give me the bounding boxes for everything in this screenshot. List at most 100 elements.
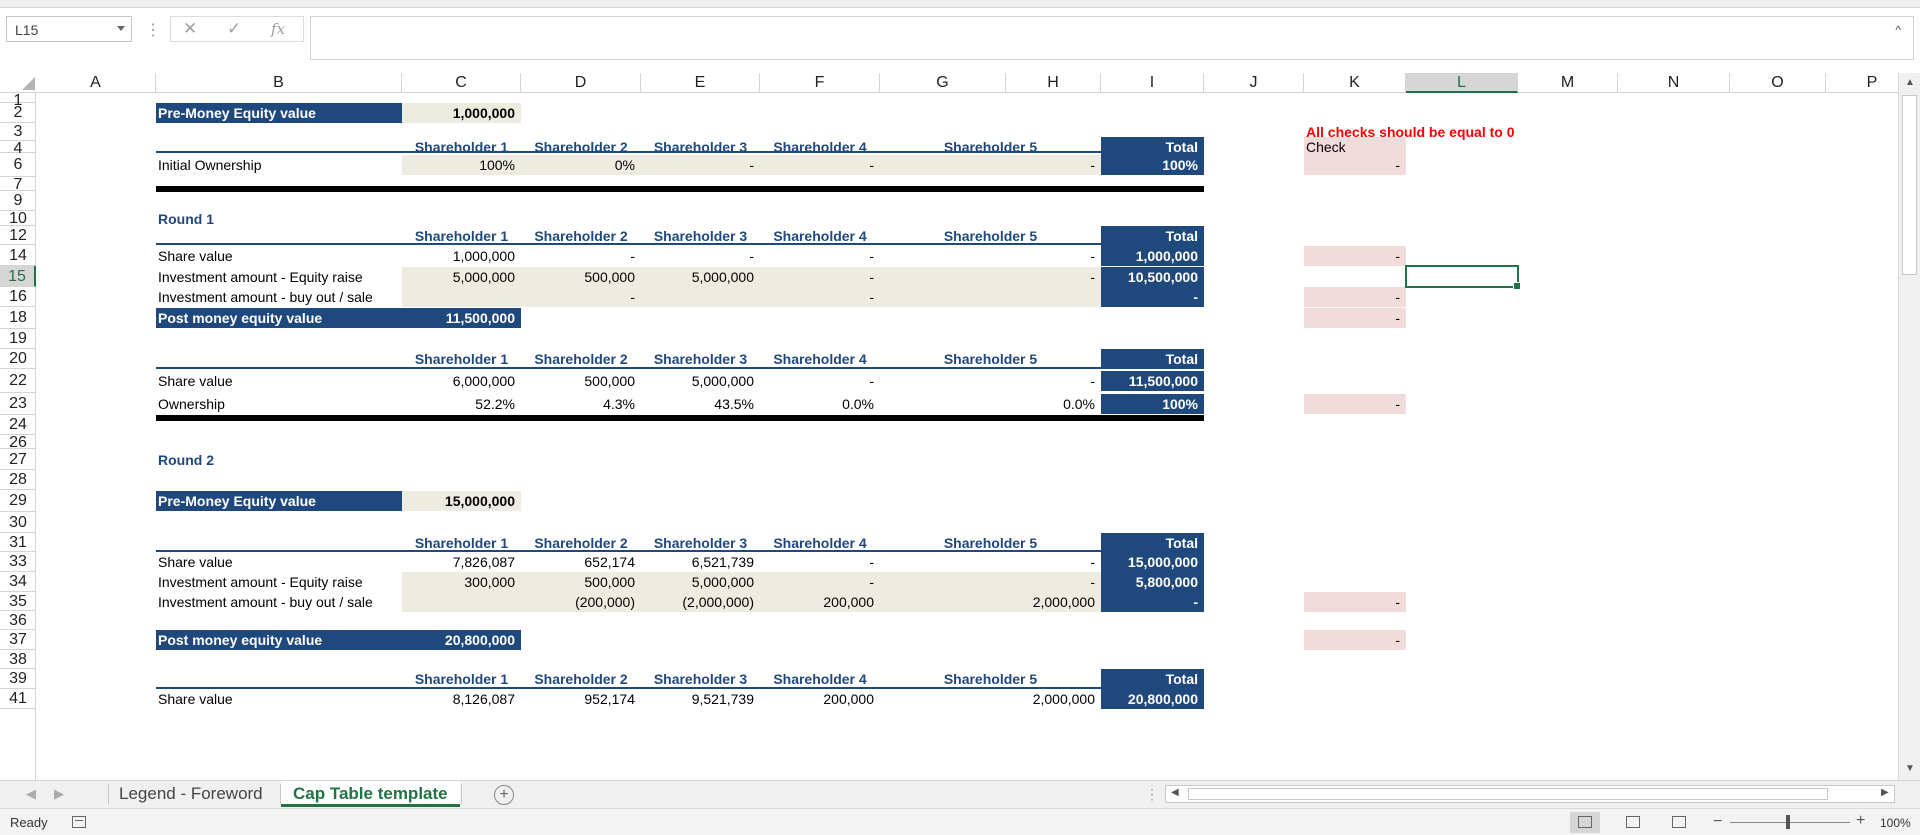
tab-cap-table-template[interactable]: Cap Table template [281, 781, 460, 807]
initial-ownership-check[interactable]: - [1304, 155, 1406, 175]
column-header-o[interactable]: O [1730, 73, 1826, 93]
round1-equity-raise-shareholder-4[interactable]: - [760, 266, 880, 287]
round1-post-money-check[interactable]: - [1304, 308, 1406, 328]
row-header-4[interactable]: 4 [0, 141, 36, 157]
round1-buyout-check[interactable]: - [1304, 287, 1406, 307]
round2-buyout-total[interactable]: - [1101, 591, 1204, 612]
round1-post-money-value[interactable]: 11,500,000 [402, 308, 521, 328]
row-header-23[interactable]: 23 [0, 393, 36, 415]
macro-record-icon[interactable] [72, 816, 86, 828]
round2-share-value-shareholder-1[interactable]: 7,826,087 [402, 552, 521, 572]
row-header-34[interactable]: 34 [0, 572, 36, 592]
initial-ownership-shareholder-3[interactable]: - [641, 155, 760, 175]
round1-after-share-value-shareholder-3[interactable]: 5,000,000 [641, 371, 760, 391]
row-header-39[interactable]: 39 [0, 669, 36, 689]
row-header-3[interactable]: 3 [0, 123, 36, 141]
column-header-f[interactable]: F [760, 73, 880, 93]
row-header-31[interactable]: 31 [0, 533, 36, 552]
round1-share-value-shareholder-2[interactable]: - [521, 246, 641, 266]
row-header-27[interactable]: 27 [0, 449, 36, 470]
formula-input[interactable]: ^ [310, 16, 1914, 60]
column-header-a[interactable]: A [36, 73, 156, 93]
more-options-icon[interactable]: ⋮ [145, 20, 161, 40]
round2-post-money-value[interactable]: 20,800,000 [402, 630, 521, 650]
round2-buyout-shareholder-2[interactable]: (200,000) [521, 591, 641, 612]
round1-buyout-total[interactable]: - [1101, 287, 1204, 307]
insert-function-icon[interactable]: fx [271, 20, 285, 38]
row-header-16[interactable]: 16 [0, 287, 36, 307]
cancel-icon[interactable]: ✕ [183, 19, 197, 39]
column-header-l[interactable]: L [1406, 73, 1518, 93]
zoom-in-icon[interactable]: + [1856, 812, 1865, 830]
column-header-e[interactable]: E [641, 73, 760, 93]
round2-after-share-value-shareholder-4[interactable]: 200,000 [760, 689, 880, 709]
row-header-28[interactable]: 28 [0, 470, 36, 490]
horizontal-scroll-thumb[interactable] [1188, 788, 1828, 800]
round2-equity-raise-shareholder-2[interactable]: 500,000 [521, 572, 641, 592]
vertical-scroll-thumb[interactable] [1902, 95, 1917, 275]
round2-equity-raise-shareholder-4[interactable]: - [760, 572, 880, 592]
column-header-m[interactable]: M [1518, 73, 1618, 93]
row-header-22[interactable]: 22 [0, 369, 36, 393]
round2-after-share-value-shareholder-1[interactable]: 8,126,087 [402, 689, 521, 709]
round2-pre-money-value[interactable]: 15,000,000 [402, 491, 521, 511]
round1-after-ownership-shareholder-5[interactable]: 0.0% [880, 394, 1101, 414]
round2-equity-raise-shareholder-5[interactable]: - [880, 572, 1101, 592]
scroll-up-icon[interactable]: ▲ [1905, 77, 1915, 88]
tab-legend-foreword[interactable]: Legend - Foreword [107, 781, 275, 807]
row-header-18[interactable]: 18 [0, 307, 36, 329]
column-header-j[interactable]: J [1204, 73, 1304, 93]
round2-after-share-value-total[interactable]: 20,800,000 [1101, 689, 1204, 709]
round2-after-share-value-shareholder-5[interactable]: 2,000,000 [880, 689, 1101, 709]
column-header-c[interactable]: C [402, 73, 521, 93]
row-header-2[interactable]: 2 [0, 103, 36, 123]
collapse-formula-bar-icon[interactable]: ^ [1895, 23, 1901, 37]
row-header-20[interactable]: 20 [0, 349, 36, 369]
row-header-12[interactable]: 12 [0, 226, 36, 245]
round2-buyout-shareholder-1[interactable] [402, 591, 521, 612]
round2-buyout-shareholder-3[interactable]: (2,000,000) [641, 591, 760, 612]
row-header-38[interactable]: 38 [0, 650, 36, 669]
zoom-out-icon[interactable]: − [1713, 813, 1722, 831]
prev-sheet-icon[interactable]: ◀ [26, 786, 36, 802]
round2-buyout-shareholder-5[interactable]: 2,000,000 [880, 591, 1101, 612]
row-header-10[interactable]: 10 [0, 211, 36, 227]
round1-share-value-check[interactable]: - [1304, 245, 1406, 266]
pre-money-value[interactable]: 1,000,000 [402, 103, 521, 123]
column-header-g[interactable]: G [880, 73, 1006, 93]
round1-buyout-shareholder-3[interactable] [641, 287, 760, 307]
row-header-1[interactable]: 1 [0, 93, 36, 109]
round2-share-value-total[interactable]: 15,000,000 [1101, 552, 1204, 572]
worksheet-grid[interactable]: All checks should be equal to 0 Check Pre-… [36, 93, 1898, 780]
round1-after-ownership-shareholder-4[interactable]: 0.0% [760, 394, 880, 414]
column-header-d[interactable]: D [521, 73, 641, 93]
chevron-down-icon[interactable] [117, 26, 125, 31]
round1-share-value-shareholder-3[interactable]: - [641, 246, 760, 266]
round1-share-value-shareholder-5[interactable]: - [880, 246, 1101, 266]
round1-after-ownership-total[interactable]: 100% [1101, 394, 1204, 414]
round2-share-value-shareholder-2[interactable]: 652,174 [521, 552, 641, 572]
zoom-level[interactable]: 100% [1880, 816, 1911, 830]
row-header-7[interactable]: 7 [0, 177, 36, 193]
row-header-36[interactable]: 36 [0, 611, 36, 630]
select-all-button[interactable] [22, 77, 35, 90]
round2-share-value-shareholder-5[interactable]: - [880, 552, 1101, 572]
column-header-h[interactable]: H [1006, 73, 1101, 93]
row-header-29[interactable]: 29 [0, 490, 36, 512]
round1-equity-raise-total[interactable]: 10,500,000 [1101, 266, 1204, 287]
round1-equity-raise-shareholder-2[interactable]: 500,000 [521, 266, 641, 287]
row-header-26[interactable]: 26 [0, 435, 36, 451]
normal-view-button[interactable] [1570, 812, 1600, 833]
round2-after-share-value-shareholder-2[interactable]: 952,174 [521, 689, 641, 709]
round2-post-money-check[interactable]: - [1304, 630, 1406, 650]
next-sheet-icon[interactable]: ▶ [54, 786, 64, 802]
row-header-19[interactable]: 19 [0, 329, 36, 349]
round1-after-share-value-shareholder-4[interactable]: - [760, 371, 880, 391]
round1-buyout-shareholder-1[interactable] [402, 287, 521, 307]
round1-buyout-shareholder-4[interactable]: - [760, 287, 880, 307]
zoom-slider[interactable] [1730, 822, 1850, 823]
scroll-left-icon[interactable]: ◀ [1171, 787, 1179, 798]
column-header-n[interactable]: N [1618, 73, 1730, 93]
round1-share-value-shareholder-4[interactable]: - [760, 246, 880, 266]
round1-buyout-shareholder-2[interactable]: - [521, 287, 641, 307]
